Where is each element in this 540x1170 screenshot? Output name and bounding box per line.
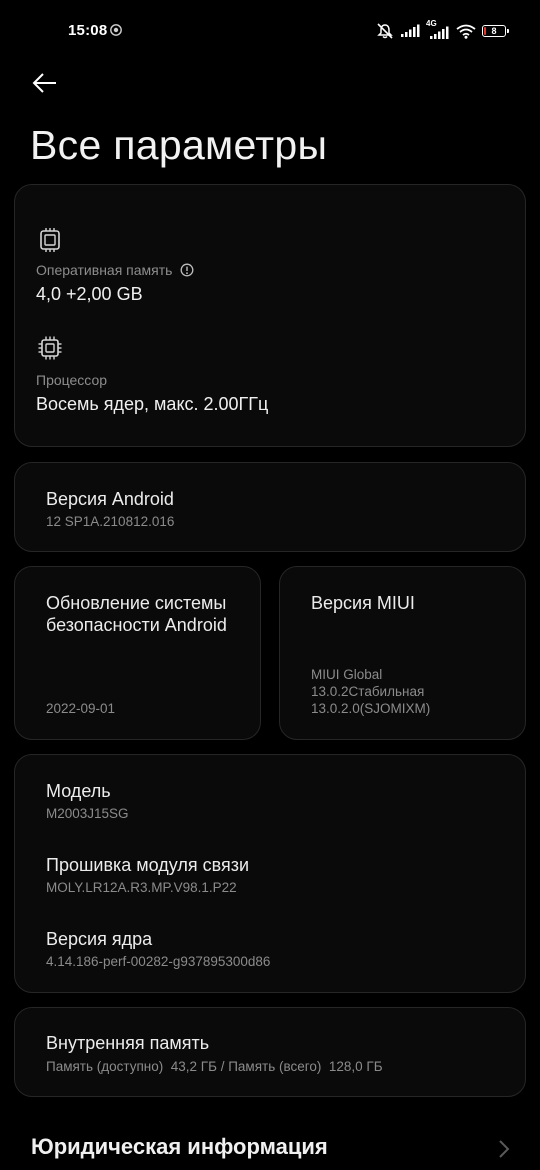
security-update-value: 2022-09-01 — [46, 701, 116, 716]
arrow-left-icon — [32, 73, 56, 93]
miui-version-line-2: 13.0.2Стабильная — [311, 684, 425, 699]
android-version-card[interactable]: Версия Android 12 SP1A.210812.016 — [14, 462, 526, 552]
storage-card[interactable]: Внутренняя память Память (доступно) 43,2… — [14, 1007, 526, 1097]
miui-version-line-1: MIUI Global — [311, 667, 383, 682]
miui-version-title: Версия MIUI — [311, 593, 415, 613]
cpu-label: Процессор — [36, 372, 108, 388]
ram-label-row: Оперативная память — [36, 262, 194, 278]
baseband-value: MOLY.LR12A.R3.MP.V98.1.P22 — [46, 880, 237, 895]
info-icon[interactable] — [180, 263, 194, 277]
battery-percent: 8 — [491, 26, 497, 36]
signal-icon — [401, 24, 420, 37]
model-title: Модель — [46, 781, 111, 801]
mute-vibrate-icon — [377, 23, 393, 39]
miui-version-card[interactable]: Версия MIUI MIUI Global 13.0.2Стабильная… — [279, 566, 526, 740]
status-time: 15:08 — [68, 22, 108, 39]
page-title: Все параметры — [30, 122, 328, 168]
baseband-title: Прошивка модуля связи — [46, 855, 250, 875]
legal-info-title: Юридическая информация — [31, 1134, 328, 1159]
memory-chip-icon — [40, 228, 60, 252]
wifi-icon — [456, 24, 476, 39]
cpu-value: Восемь ядер, макс. 2.00ГГц — [36, 394, 269, 414]
security-update-title: Обновление системы безопасности Android — [46, 593, 227, 635]
storage-title: Внутренняя память — [46, 1033, 210, 1053]
kernel-title: Версия ядра — [46, 929, 153, 949]
status-icons: 4G 8 — [376, 19, 509, 42]
signal-4g-icon: 4G — [426, 19, 450, 40]
security-update-card[interactable]: Обновление системы безопасности Android … — [14, 566, 261, 740]
battery-icon: 8 — [482, 25, 509, 37]
ram-label: Оперативная память — [36, 262, 173, 278]
hardware-card: Оперативная память 4,0 +2,00 GB Процессо… — [14, 184, 526, 447]
status-bar: 15:08 4G 8 — [0, 0, 540, 62]
notification-icon — [110, 24, 122, 36]
miui-version-line-3: 13.0.2.0(SJOMIXM) — [311, 701, 431, 716]
model-value: M2003J15SG — [46, 806, 129, 821]
chevron-right-icon — [499, 1140, 510, 1158]
storage-value: Память (доступно) 43,2 ГБ / Память (всег… — [46, 1059, 383, 1074]
processor-chip-icon — [38, 336, 62, 360]
device-details-card: Модель M2003J15SG Прошивка модуля связи … — [14, 754, 526, 993]
kernel-value: 4.14.186-perf-00282-g937895300d86 — [46, 954, 271, 969]
android-version-title: Версия Android — [46, 489, 174, 509]
back-button[interactable] — [28, 66, 62, 100]
android-version-value: 12 SP1A.210812.016 — [46, 514, 175, 529]
ram-value: 4,0 +2,00 GB — [36, 284, 143, 304]
